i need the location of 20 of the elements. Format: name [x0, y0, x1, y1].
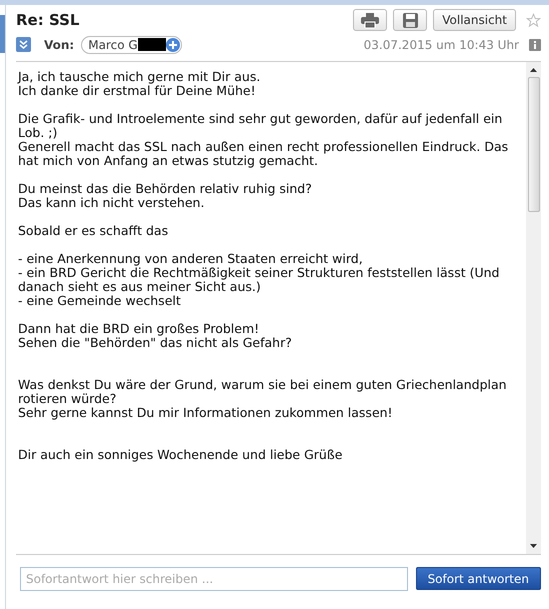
send-reply-button[interactable]: Sofort antworten: [416, 567, 541, 590]
star-icon[interactable]: [526, 12, 541, 28]
sender-chip[interactable]: Marco G: [81, 36, 182, 54]
save-button[interactable]: [393, 9, 428, 32]
scroll-down-icon[interactable]: [530, 544, 537, 548]
from-label: Von:: [44, 36, 74, 54]
email-body: Ja, ich tausche mich gerne mit Dir aus. Ich danke dir erstmal für Deine Mühe! Die Grafik- und Introelemente sind sehr gut geworden, dafür auf jedenfall ein Lob. ;) Generell macht das SSL nach außen einen recht professionellen Eindruck. Das hat mich von Anfang an etwas stutzig gemacht. Du meinst das die Behörden relativ ruhig sind? Das kann ich nicht verstehen. Sobald er es schafft das - eine Anerkennung von anderen Staaten erreicht wird, - ein BRD Gericht die Rechtmäßigkeit seiner Strukturen feststellen lässt (Und danach sieht es aus meiner Sicht aus.) - eine Gemeinde wechselt Dann hat die BRD ein großes Problem! Sehen die "Behörden" das nicht als Gefahr? Was denkst Du wäre der Grund, warum sie bei einem guten Griechenlandplan rotieren würde? Sehr gerne kannst Du mir Informationen zukommen lassen! Dir auch ein sonniges Wochenende und liebe Grüße: [18, 70, 510, 462]
print-button[interactable]: [353, 9, 388, 32]
scroll-up-icon[interactable]: [530, 68, 537, 72]
scrollbar[interactable]: [526, 62, 541, 554]
plus-icon[interactable]: [166, 38, 180, 52]
info-icon[interactable]: [529, 38, 541, 50]
scroll-thumb[interactable]: [528, 76, 540, 212]
collapse-icon[interactable]: [16, 37, 31, 52]
email-subject: Re: SSL: [16, 10, 80, 31]
quick-reply-field[interactable]: Sofortantwort hier schreiben ...: [20, 566, 408, 590]
printer-icon: [361, 12, 380, 28]
email-date: 03.07.2015 um 10:43 Uhr: [364, 36, 519, 54]
full-view-button[interactable]: Vollansicht: [433, 9, 516, 32]
redaction-bar: [138, 38, 166, 51]
